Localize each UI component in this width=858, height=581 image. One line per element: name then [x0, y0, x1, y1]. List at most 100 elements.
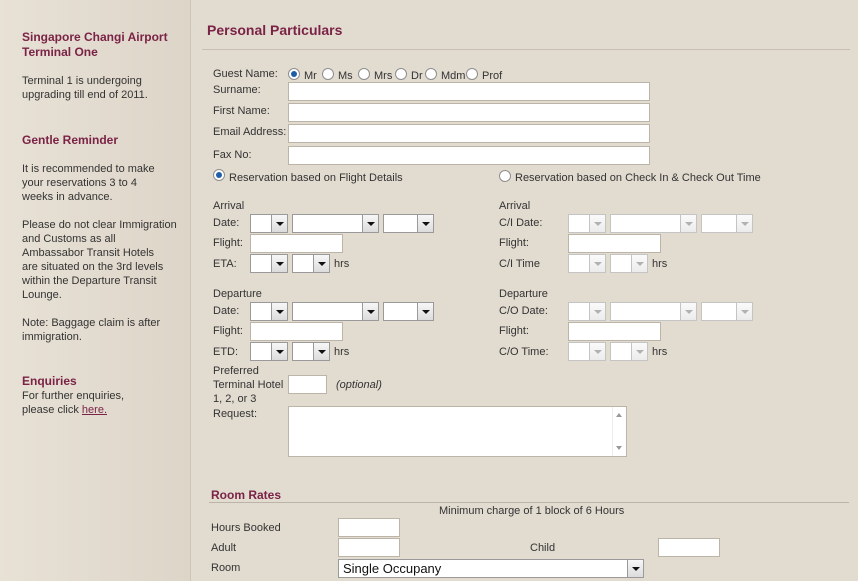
etd-minute-select[interactable] — [292, 342, 330, 361]
reminder-2-line: Ambassabor Transit Hotels — [22, 247, 155, 259]
main-form: Personal Particulars Guest Name: Mr Ms M… — [192, 0, 858, 581]
title-mrs-label: Mrs — [374, 70, 393, 82]
scroll-up-icon[interactable] — [616, 413, 622, 417]
title-ms-label: Ms — [338, 70, 353, 82]
title-mdm-label: Mdm — [441, 70, 466, 82]
room-select-value: Single Occupany — [343, 561, 442, 576]
reminder-paragraph-3: Note: Baggage claim is after immigration… — [22, 316, 160, 344]
title-prof-radio[interactable] — [466, 68, 478, 80]
reminder-1-line: your reservations 3 to 4 — [22, 177, 137, 189]
departure-flight-label: Flight: — [213, 325, 243, 337]
co-minute-select[interactable] — [610, 342, 648, 361]
preferred-hotel-input[interactable] — [288, 375, 327, 394]
terminal-note-line-1: Terminal 1 is undergoing — [22, 75, 142, 87]
sidebar: Singapore Changi Airport Terminal One Te… — [0, 0, 191, 581]
request-textarea[interactable] — [288, 406, 627, 457]
co-year-select[interactable] — [701, 302, 753, 321]
departure-date-label: Date: — [213, 305, 240, 317]
enquiries-link[interactable]: here. — [82, 404, 107, 416]
title-mdm-radio[interactable] — [425, 68, 437, 80]
optional-label: (optional) — [336, 379, 382, 391]
arrival-month-select[interactable] — [292, 214, 379, 233]
ci-hour-select[interactable] — [568, 254, 606, 273]
reminder-1-line: weeks in advance. — [22, 191, 113, 203]
reservation-flight-label: Reservation based on Flight Details — [229, 172, 403, 184]
etd-hour-select[interactable] — [250, 342, 288, 361]
room-rates-divider — [209, 502, 849, 503]
title-dr-radio[interactable] — [395, 68, 407, 80]
scroll-down-icon[interactable] — [616, 446, 622, 450]
departure-month-select[interactable] — [292, 302, 379, 321]
surname-input[interactable] — [288, 82, 650, 101]
preferred-label-line-2: Terminal Hotel — [213, 379, 284, 391]
eta-hrs-label: hrs — [334, 258, 350, 270]
arrival-label: Arrival — [213, 200, 245, 212]
reservation-flight-radio[interactable] — [213, 169, 225, 181]
co-day-select[interactable] — [568, 302, 606, 321]
co-month-select[interactable] — [610, 302, 697, 321]
co-flight-input[interactable] — [568, 322, 661, 341]
departure-flight-input[interactable] — [250, 322, 343, 341]
departure-label: Departure — [213, 288, 262, 300]
reminder-title: Gentle Reminder — [22, 133, 119, 147]
email-label: Email Address: — [213, 126, 287, 138]
reminder-3-line: Note: Baggage claim is after — [22, 317, 161, 329]
co-hour-select[interactable] — [568, 342, 606, 361]
ci-arrival-label: Arrival — [499, 200, 531, 212]
reminder-2-line: are situated on the 3rd levels — [22, 261, 164, 273]
hours-booked-input[interactable] — [338, 518, 400, 537]
reservation-checkin-radio[interactable] — [499, 170, 511, 182]
terminal-title-line-1: Singapore Changi Airport — [22, 30, 168, 44]
enquiries-text: For further enquiries, please click here… — [22, 389, 124, 417]
ci-day-select[interactable] — [568, 214, 606, 233]
arrival-year-select[interactable] — [383, 214, 434, 233]
chevron-down-icon[interactable] — [627, 560, 643, 577]
ci-time-label: C/I Time — [499, 258, 540, 270]
preferred-hotel-label: Preferred Terminal Hotel 1, 2, or 3 — [213, 364, 283, 406]
reminder-paragraph-2: Please do not clear Immigration and Cust… — [22, 218, 177, 302]
room-rates-title: Room Rates — [211, 488, 282, 502]
enquiries-line-1: For further enquiries, — [22, 390, 125, 402]
co-time-label: C/O Time: — [499, 346, 549, 358]
ci-year-select[interactable] — [701, 214, 753, 233]
ci-flight-input[interactable] — [568, 234, 661, 253]
ci-hrs-label: hrs — [652, 258, 668, 270]
reminder-2-line: Please do not clear Immigration — [22, 219, 177, 231]
departure-year-select[interactable] — [383, 302, 434, 321]
ci-month-select[interactable] — [610, 214, 697, 233]
eta-minute-select[interactable] — [292, 254, 330, 273]
arrival-flight-label: Flight: — [213, 237, 243, 249]
arrival-flight-input[interactable] — [250, 234, 343, 253]
adult-input[interactable] — [338, 538, 400, 557]
eta-label: ETA: — [213, 258, 237, 270]
terminal-title: Singapore Changi Airport Terminal One — [22, 30, 168, 60]
ci-flight-label: Flight: — [499, 237, 529, 249]
title-mr-label: Mr — [304, 70, 317, 82]
etd-label: ETD: — [213, 346, 239, 358]
title-dr-label: Dr — [411, 70, 423, 82]
first-name-input[interactable] — [288, 103, 650, 122]
reminder-paragraph-1: It is recommended to make your reservati… — [22, 162, 155, 204]
arrival-day-select[interactable] — [250, 214, 288, 233]
hours-booked-label: Hours Booked — [211, 522, 281, 534]
child-input[interactable] — [658, 538, 720, 557]
title-mr-radio[interactable] — [288, 68, 300, 80]
preferred-label-line-1: Preferred — [213, 365, 259, 377]
title-ms-radio[interactable] — [322, 68, 334, 80]
reminder-1-line: It is recommended to make — [22, 163, 155, 175]
terminal-note: Terminal 1 is undergoing upgrading till … — [22, 74, 148, 102]
fax-input[interactable] — [288, 146, 650, 165]
ci-minute-select[interactable] — [610, 254, 648, 273]
room-select[interactable]: Single Occupany — [338, 559, 644, 578]
request-scrollbar[interactable] — [612, 407, 626, 456]
room-label: Room — [211, 562, 241, 574]
enquiries-line-2: please click — [22, 404, 82, 416]
child-label: Child — [530, 542, 556, 554]
first-name-label: First Name: — [213, 105, 270, 117]
title-mrs-radio[interactable] — [358, 68, 370, 80]
adult-label: Adult — [211, 542, 237, 554]
departure-day-select[interactable] — [250, 302, 288, 321]
eta-hour-select[interactable] — [250, 254, 288, 273]
email-input[interactable] — [288, 124, 650, 143]
terminal-note-line-2: upgrading till end of 2011. — [22, 89, 148, 101]
